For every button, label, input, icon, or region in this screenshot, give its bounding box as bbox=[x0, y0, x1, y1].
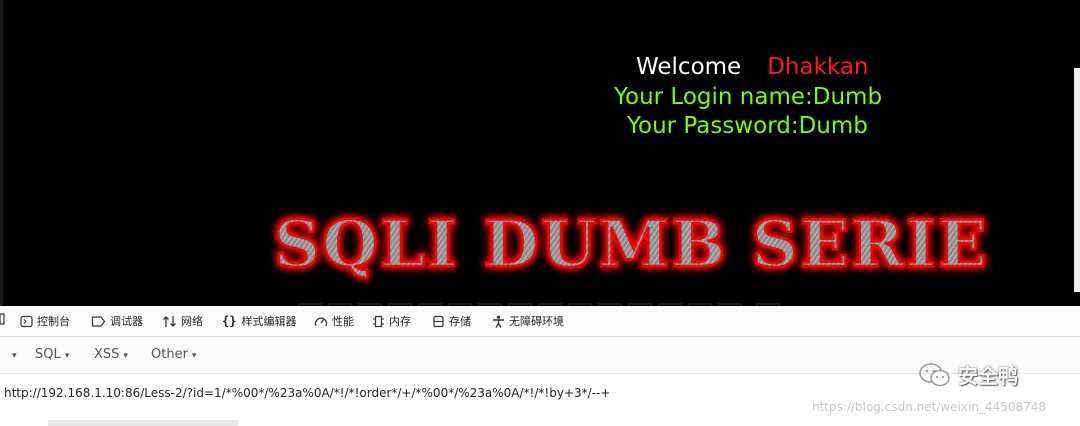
user-name: Dhakkan bbox=[767, 54, 869, 80]
menu-xss[interactable]: XSS ▾ bbox=[94, 347, 128, 362]
url-input-value[interactable]: http://192.168.1.10:86/Less-2/?id=1/*%00… bbox=[4, 386, 610, 400]
chevron-down-icon: ▾ bbox=[123, 351, 128, 361]
menu-other[interactable]: Other ▾ bbox=[151, 347, 196, 362]
tab-accessibility[interactable]: 无障碍环境 bbox=[492, 313, 564, 329]
tab-debugger[interactable]: 调试器 bbox=[91, 313, 143, 329]
tab-style-editor[interactable]: {} 样式编辑器 bbox=[222, 313, 296, 329]
menu-label: Other bbox=[151, 347, 188, 362]
page-scrollbar[interactable] bbox=[1074, 68, 1080, 292]
menu-label: XSS bbox=[94, 347, 120, 362]
tab-label: 控制台 bbox=[37, 315, 70, 328]
performance-icon bbox=[314, 317, 328, 326]
tab-memory[interactable]: 内存 bbox=[372, 313, 411, 329]
tab-label: 性能 bbox=[332, 315, 354, 328]
tab-label: 内存 bbox=[389, 315, 411, 328]
tab-label: 样式编辑器 bbox=[241, 315, 297, 328]
accessibility-icon bbox=[493, 315, 504, 328]
sqli-dumb-series-banner: SQLI DUMB SERIE bbox=[273, 206, 989, 284]
tab-storage[interactable]: 存储 bbox=[432, 313, 471, 329]
window-edge bbox=[0, 0, 3, 306]
wechat-icon bbox=[919, 362, 950, 386]
hackbar-prev-menu-caret[interactable]: ▾ bbox=[8, 347, 17, 362]
watermark-name: 安全鸭 bbox=[958, 364, 1018, 388]
memory-icon bbox=[373, 315, 384, 327]
watermark-url: https://blog.csdn.net/weixin_44508748 bbox=[812, 400, 1047, 414]
storage-icon bbox=[433, 315, 444, 327]
menu-label: SQL bbox=[35, 347, 61, 362]
chevron-down-icon: ▾ bbox=[191, 351, 197, 361]
tab-console[interactable]: 控制台 bbox=[20, 313, 70, 329]
chevron-down-icon: ▾ bbox=[64, 351, 70, 361]
tab-performance[interactable]: 性能 bbox=[314, 313, 354, 329]
password-text: Your Password:Dumb bbox=[627, 113, 868, 139]
tab-label: 无障碍环境 bbox=[509, 315, 564, 328]
console-icon bbox=[20, 315, 33, 327]
devtools-toolbar: 控制台 调试器 网络 {} 样式编辑器 性能 内存 存储 无障碍环境 bbox=[0, 306, 1080, 337]
watermark-logo: 安全鸭 bbox=[918, 360, 1018, 389]
menu-sql[interactable]: SQL ▾ bbox=[35, 347, 69, 362]
network-icon bbox=[163, 315, 176, 327]
welcome-text: Welcome bbox=[636, 54, 742, 80]
banner-text: SQLI DUMB SERIE bbox=[274, 207, 989, 282]
tab-label: 存储 bbox=[449, 315, 471, 328]
tab-overflow-icon[interactable] bbox=[0, 313, 10, 325]
welcome-row: Welcome Dhakkan bbox=[636, 54, 869, 80]
style-editor-icon: {} bbox=[222, 314, 237, 328]
ghost-overlay bbox=[48, 420, 238, 426]
login-name-text: Your Login name:Dumb bbox=[614, 84, 883, 110]
page-viewport: Welcome Dhakkan Your Login name:Dumb Your… bbox=[0, 0, 1080, 306]
tab-label: 调试器 bbox=[110, 315, 143, 328]
debugger-icon bbox=[91, 315, 106, 327]
tab-label: 网络 bbox=[181, 315, 203, 328]
tab-network[interactable]: 网络 bbox=[162, 313, 203, 329]
